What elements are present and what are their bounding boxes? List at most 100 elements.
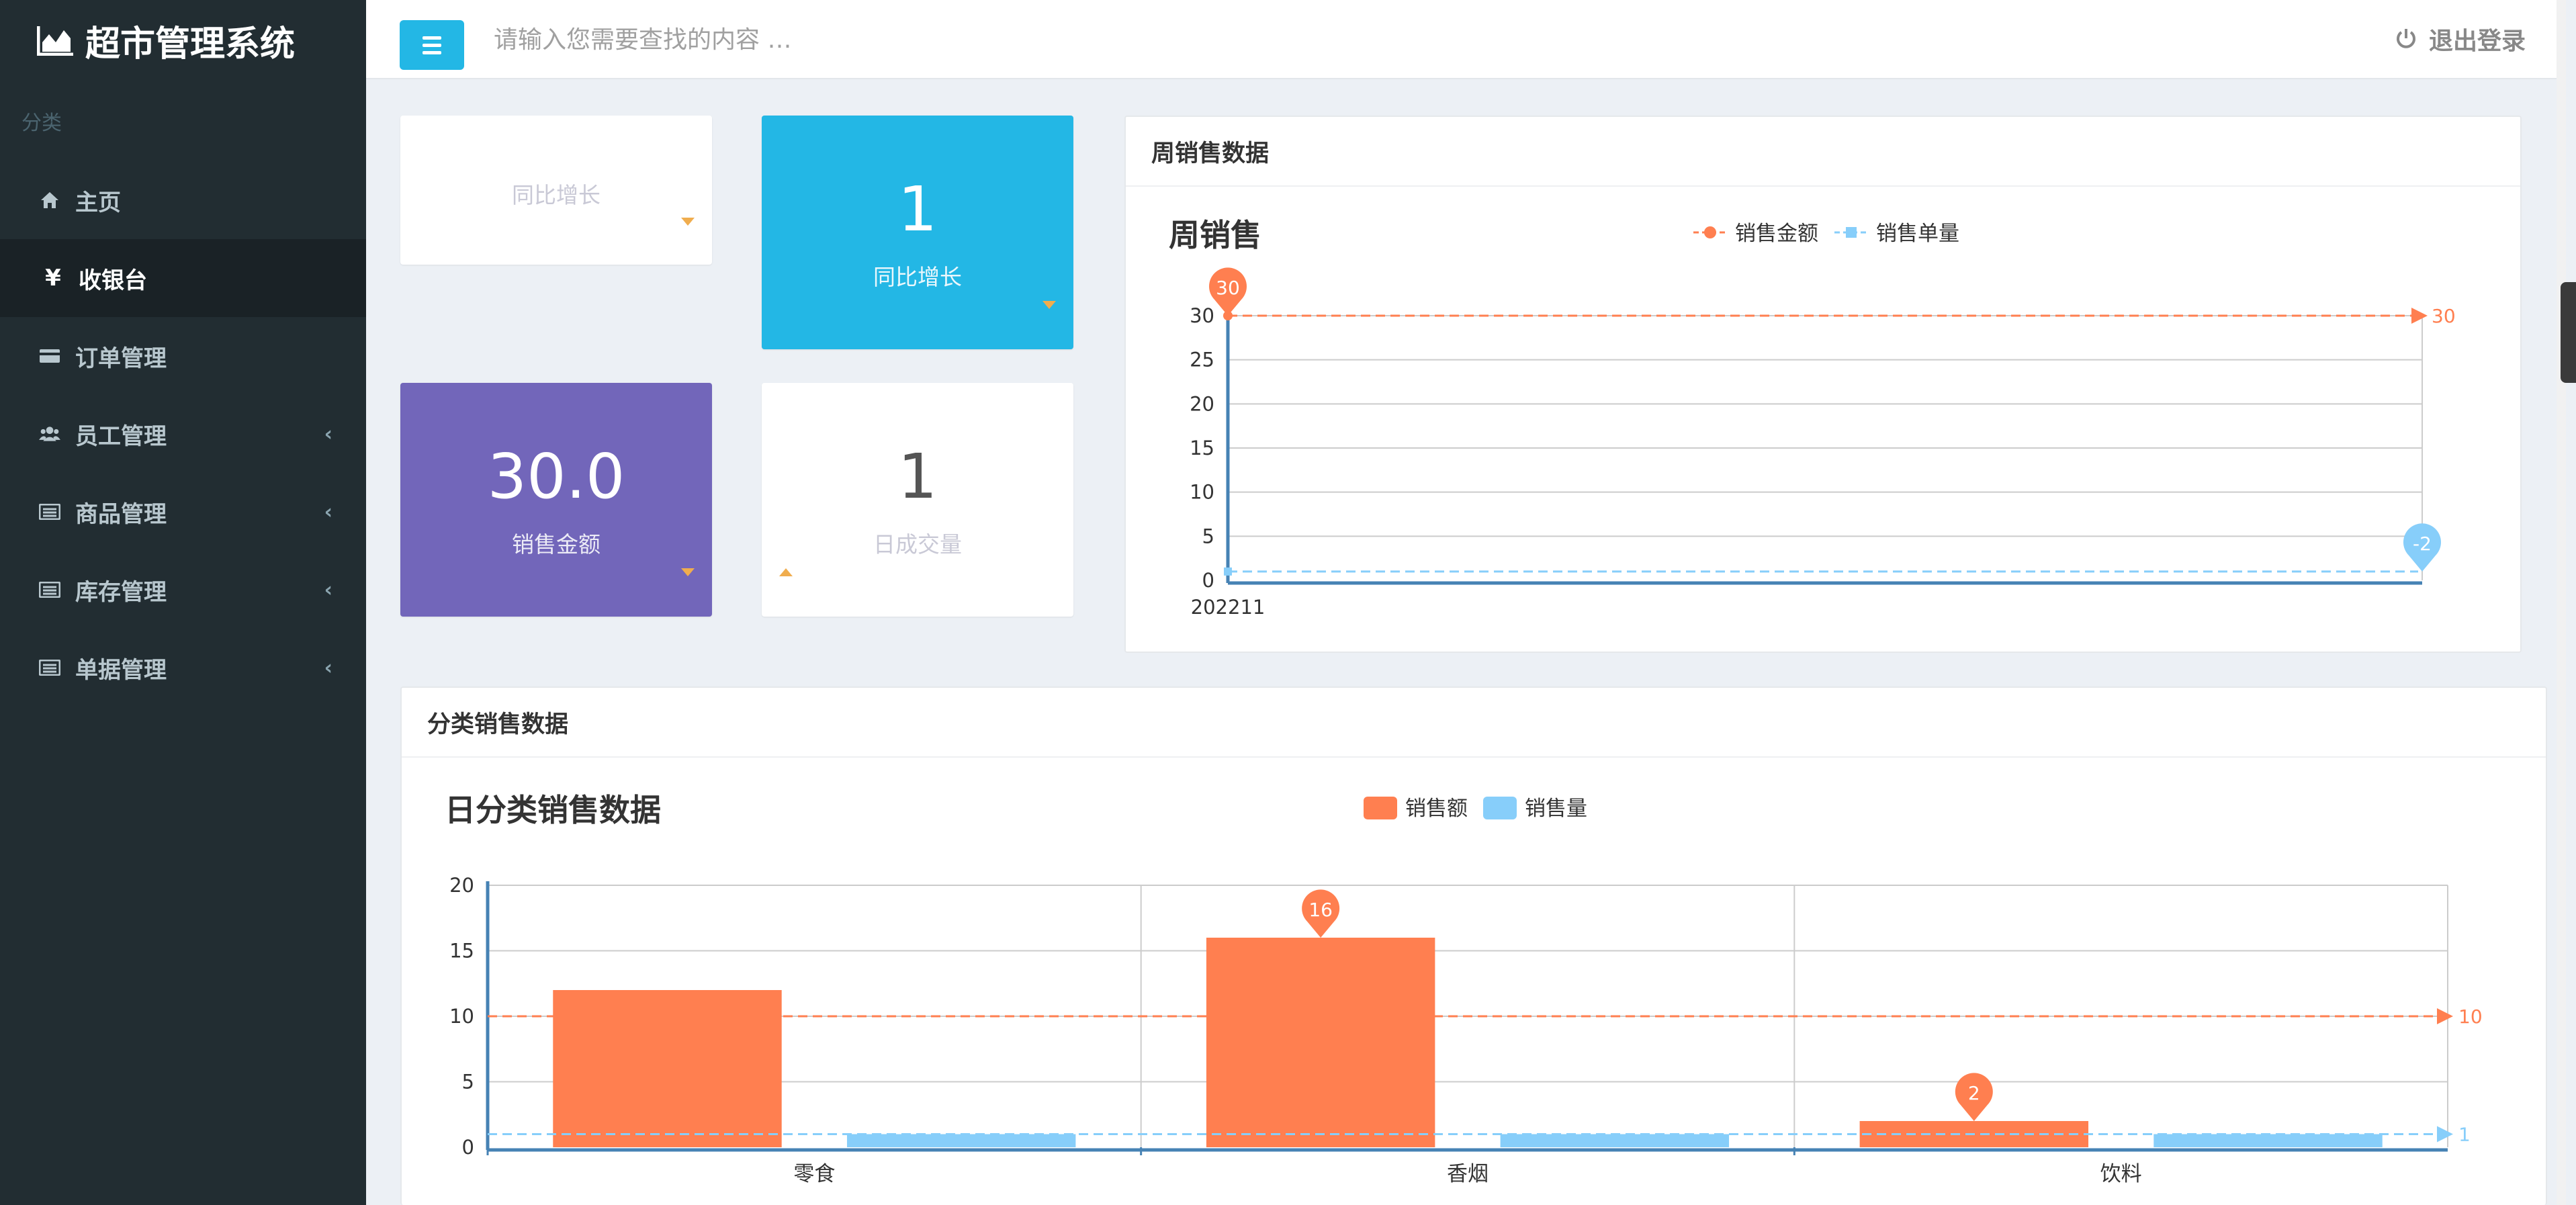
y-tick-label: 10 [449, 1005, 474, 1028]
chevron-left-icon: ‹ [324, 422, 332, 446]
markline-label: 10 [2458, 1006, 2483, 1028]
home-icon [39, 189, 60, 211]
panel-title: 周销售数据 [1126, 117, 2520, 187]
logout-label: 退出登录 [2428, 28, 2526, 55]
sidebar-item-label: 库存管理 [75, 578, 167, 606]
legend-swatch [1364, 797, 1397, 819]
list-icon [39, 501, 60, 523]
sidebar-item-label: 员工管理 [75, 422, 167, 450]
sidebar-item-4[interactable]: 商品管理 ‹ [0, 473, 366, 551]
brand[interactable]: 超市管理系统 [0, 0, 366, 81]
y-tick-label: 15 [449, 940, 474, 963]
sidebar-section-label: 分类 [21, 111, 62, 135]
stat-card-sales-amount: 30.0 销售金额 [400, 383, 712, 617]
legend-marker [1704, 226, 1716, 238]
legend-label: 销售金额 [1735, 222, 1818, 246]
weekly-sales-chart: 周销售 销售金额 销售单量0510152025302022113030-2 [1169, 217, 2456, 619]
list-icon [39, 657, 60, 678]
x-tick-label: 香烟 [1447, 1162, 1489, 1186]
area-chart-icon [37, 26, 73, 56]
sidebar-item-label: 收银台 [79, 267, 147, 294]
stat-card-daily-volume: 1 日成交量 [762, 383, 1073, 617]
max-marker-label: 30 [1216, 277, 1240, 299]
sidebar-item-0[interactable]: 主页 [0, 161, 366, 239]
stat-label: 同比增长 [873, 264, 962, 290]
search-input[interactable] [494, 19, 1300, 60]
trend-down-icon [681, 218, 695, 226]
credit-card-icon [39, 345, 60, 367]
max-marker-label: 16 [1308, 899, 1333, 921]
stat-value: 1 [897, 441, 938, 512]
trend-down-icon [681, 568, 695, 576]
yen-icon: ¥ [45, 265, 61, 292]
markline-label: 1 [2458, 1124, 2471, 1146]
min-marker-label: -2 [2413, 533, 2432, 555]
users-icon [39, 423, 60, 445]
chevron-left-icon: ‹ [324, 500, 332, 524]
sidebar: 超市管理系统 分类 主页 ¥ 收银台订单管理员工管理 ‹ 商品管理 ‹ 库存管理 ‹ 单据管理 ‹ [0, 0, 366, 1205]
sidebar-item-2[interactable]: 订单管理 [0, 317, 366, 395]
stat-label: 同比增长 [512, 182, 601, 208]
legend-label: 销售单量 [1876, 222, 1959, 246]
stat-label: 销售金额 [512, 531, 601, 557]
app-title: 超市管理系统 [85, 24, 296, 64]
sidebar-item-1[interactable]: ¥ 收银台 [0, 239, 366, 317]
logout-button[interactable]: 退出登录 [2395, 21, 2526, 56]
legend-marker [1846, 227, 1857, 238]
y-tick-label: 25 [1190, 349, 1214, 371]
trend-up-icon [779, 568, 793, 576]
power-icon [2396, 29, 2415, 48]
chevron-left-icon: ‹ [324, 578, 332, 602]
bar-count-2 [2153, 1134, 2383, 1147]
stat-label: 日成交量 [873, 531, 962, 557]
y-tick-label: 5 [462, 1071, 474, 1094]
trend-down-icon [1042, 301, 1056, 309]
stat-card-yoy-empty: 同比增长 [400, 116, 712, 265]
min-marker-label: 2 [1968, 1082, 1980, 1104]
sidebar-item-5[interactable]: 库存管理 ‹ [0, 551, 366, 629]
sidebar-item-3[interactable]: 员工管理 ‹ [0, 395, 366, 473]
legend-label: 销售额 [1405, 797, 1468, 821]
scrollbar[interactable] [2557, 0, 2566, 1205]
chart-title: 周销售 [1169, 217, 1261, 253]
x-tick-label: 零食 [793, 1162, 835, 1186]
y-tick-label: 30 [1190, 304, 1214, 327]
top-bar: 退出登录 [366, 0, 2566, 79]
sidebar-item-6[interactable]: 单据管理 ‹ [0, 629, 366, 707]
weekly-sales-panel: 周销售数据 周销售 销售金额 销售单量 0 5 10 15 20 25 30 202211 30 30-… [1124, 116, 2522, 653]
category-sales-panel: 分类销售数据 日分类销售数据 销售额 销售量 0 5 10 15 20 零食 香烟 16 饮料 2 10 1 [400, 686, 2547, 1205]
stat-value: 1 [897, 173, 938, 245]
bar-count-0 [846, 1134, 1076, 1147]
y-tick-label: 15 [1190, 437, 1214, 459]
data-point-count [1224, 567, 1232, 576]
side-drawer-handle[interactable] [2561, 282, 2576, 383]
markline-arrow [2437, 1008, 2453, 1024]
sidebar-item-label: 单据管理 [75, 656, 167, 684]
y-tick-label: 0 [1202, 569, 1214, 592]
bar-count-1 [1500, 1134, 1730, 1147]
bar-amount-0 [553, 990, 782, 1147]
category-sales-chart: 日分类销售数据 销售额 销售量 0 5 10 15 20 零食 香烟 16 饮料 2 10 1 [445, 792, 2483, 1186]
chart-title: 日分类销售数据 [445, 792, 661, 828]
legend-label: 销售量 [1525, 797, 1587, 821]
x-tick-label: 202211 [1191, 596, 1265, 619]
markline-arrow [2437, 1126, 2453, 1143]
markline-label: 30 [2432, 305, 2456, 327]
sidebar-item-label: 商品管理 [75, 500, 167, 528]
y-tick-label: 20 [449, 874, 474, 897]
stat-value: 30.0 [487, 441, 625, 512]
list-icon [39, 579, 60, 600]
y-tick-label: 0 [462, 1136, 474, 1159]
legend-swatch [1483, 797, 1517, 819]
hamburger-icon [423, 36, 441, 40]
menu-toggle-button[interactable] [400, 20, 464, 70]
markline-arrow [2411, 308, 2428, 324]
panel-title: 分类销售数据 [402, 688, 2546, 758]
stat-card-yoy: 1 同比增长 [762, 116, 1073, 349]
sidebar-item-label: 主页 [75, 189, 121, 216]
x-tick-label: 饮料 [2100, 1162, 2142, 1186]
y-tick-label: 20 [1190, 392, 1214, 415]
chevron-left-icon: ‹ [324, 656, 332, 680]
y-tick-label: 5 [1202, 525, 1214, 547]
bar-amount-1 [1206, 938, 1435, 1147]
